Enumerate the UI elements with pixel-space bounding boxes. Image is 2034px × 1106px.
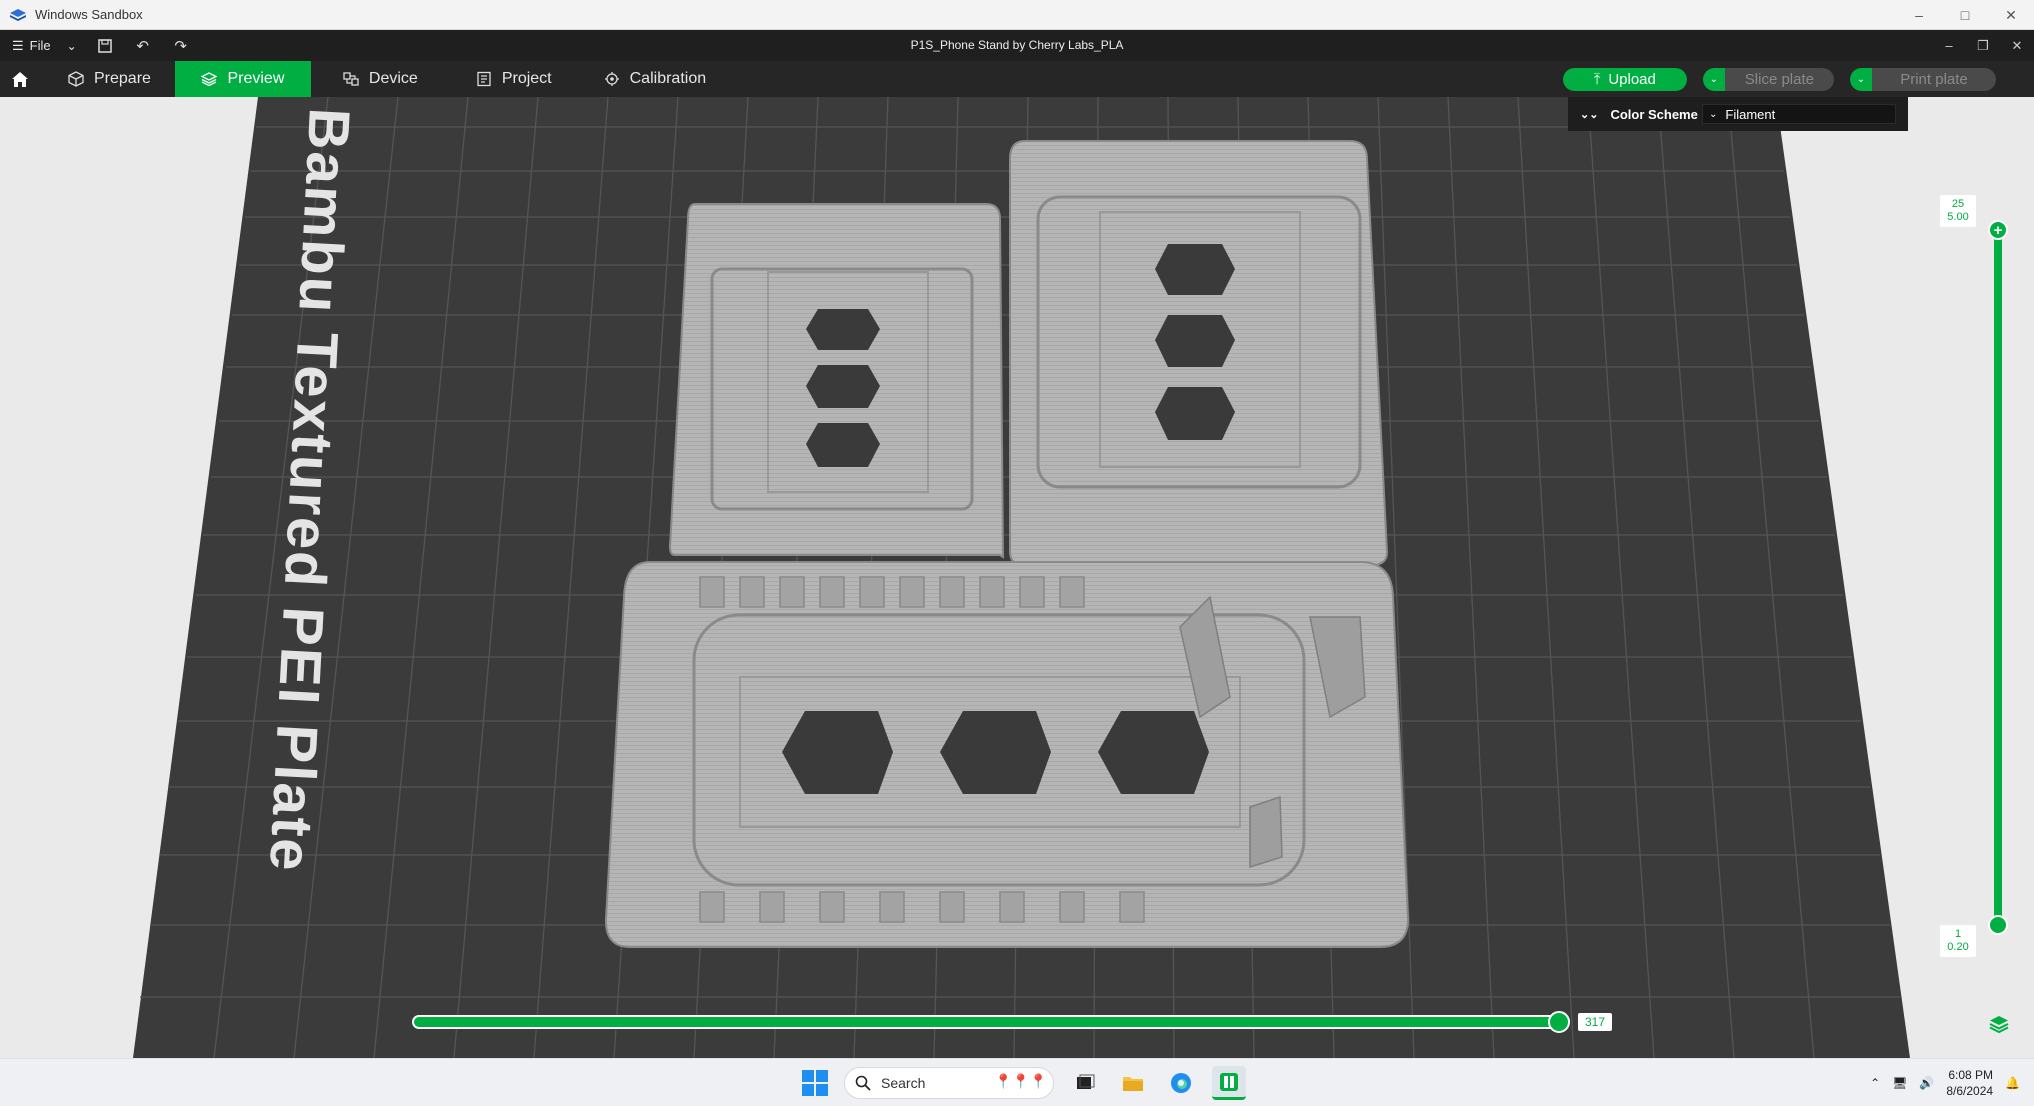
- slice-dropdown-button[interactable]: ⌄: [1702, 68, 1725, 91]
- app-close-button[interactable]: ✕: [2000, 30, 2034, 61]
- file-explorer-icon[interactable]: [1116, 1066, 1150, 1100]
- slice-plate-label: Slice plate: [1744, 71, 1814, 88]
- hex-cutout: [1098, 711, 1209, 794]
- upload-label: Upload: [1608, 71, 1656, 88]
- hex-cutout: [1155, 387, 1235, 440]
- app-restore-button[interactable]: ❐: [1966, 30, 2000, 61]
- slice-plate-button[interactable]: Slice plate: [1724, 68, 1834, 91]
- sandbox-minimize-button[interactable]: –: [1896, 0, 1942, 30]
- move-slider-value: 317: [1578, 1013, 1612, 1031]
- layer-bottom-height: 0.20: [1947, 941, 1969, 953]
- chevron-down-icon[interactable]: ⌄: [67, 39, 77, 53]
- tab-prepare[interactable]: Prepare: [40, 61, 175, 97]
- move-slider-handle[interactable]: [1548, 1011, 1570, 1033]
- save-icon[interactable]: [95, 36, 115, 56]
- chevron-up-icon[interactable]: ⌃: [1870, 1076, 1880, 1090]
- home-icon: [12, 72, 28, 87]
- collapse-chevron-icon[interactable]: ⌄⌄: [1580, 108, 1598, 121]
- hex-cutout: [806, 423, 880, 467]
- app-minimize-button[interactable]: –: [1932, 30, 1966, 61]
- tab-preview[interactable]: Preview: [174, 61, 311, 97]
- notification-bell-icon[interactable]: 🔔: [2005, 1076, 2020, 1090]
- model-part-bottom[interactable]: [604, 561, 1410, 948]
- layers-toggle-icon[interactable]: [1988, 1013, 2010, 1035]
- clock-time: 6:08 PM: [1948, 1068, 1994, 1082]
- tab-preview-label: Preview: [227, 70, 285, 87]
- model-part-right[interactable]: [1009, 140, 1389, 566]
- clock[interactable]: 6:08 PM 8/6/2024: [1946, 1067, 1993, 1099]
- file-menu-label: File: [29, 38, 51, 53]
- layer-top-height: 5.00: [1947, 211, 1969, 223]
- print-dropdown-button[interactable]: ⌄: [1850, 68, 1872, 91]
- task-view-icon[interactable]: [1068, 1066, 1102, 1100]
- taskbar-search[interactable]: Search 📍📍📍: [844, 1067, 1054, 1099]
- hex-cutout: [1155, 315, 1235, 367]
- layer-bottom-index: 1: [1954, 928, 1962, 940]
- sandbox-close-button[interactable]: ✕: [1988, 0, 2034, 30]
- print-plate-label: Print plate: [1900, 71, 1968, 88]
- layer-top-handle[interactable]: +: [1988, 220, 2008, 240]
- tab-calibration-label: Calibration: [629, 70, 707, 87]
- upload-button[interactable]: ⤒ Upload: [1562, 68, 1687, 91]
- document-title: P1S_Phone Stand by Cherry Labs_PLA: [910, 38, 1124, 52]
- tab-project[interactable]: Project: [442, 61, 576, 97]
- clock-date: 8/6/2024: [1946, 1084, 1994, 1098]
- tab-device-label: Device: [368, 70, 418, 87]
- hex-cutout: [782, 711, 893, 794]
- undo-icon[interactable]: ↶: [133, 36, 153, 56]
- color-scheme-value: Filament: [1725, 106, 1776, 122]
- upload-icon: ⤒: [1593, 71, 1601, 88]
- calibration-icon: [604, 72, 619, 86]
- chevron-down-icon: ⌄: [1709, 108, 1718, 120]
- project-icon: [477, 71, 491, 87]
- layer-bottom-label: 1 0.20: [1940, 925, 1976, 957]
- sandbox-maximize-button[interactable]: □: [1942, 0, 1988, 30]
- color-scheme-label: Color Scheme: [1610, 106, 1698, 122]
- tab-calibration[interactable]: Calibration: [576, 61, 730, 97]
- home-button[interactable]: [0, 61, 40, 97]
- redo-icon[interactable]: ↷: [171, 36, 191, 56]
- edge-browser-icon[interactable]: [1164, 1066, 1198, 1100]
- layers-icon: [201, 72, 218, 87]
- sandbox-logo-icon: [10, 8, 26, 21]
- sandbox-title: Windows Sandbox: [35, 7, 143, 22]
- layer-top-index: 25: [1951, 198, 1965, 210]
- search-icon: [855, 1075, 871, 1091]
- preview-viewport[interactable]: Bambu Textured PEI Plate ⌄⌄ Color Scheme…: [0, 97, 2034, 1058]
- network-icon[interactable]: 🖥: [1892, 1076, 1907, 1090]
- color-scheme-select[interactable]: ⌄ Filament: [1702, 104, 1896, 124]
- tab-device[interactable]: Device: [311, 61, 442, 97]
- layer-bottom-handle[interactable]: [1988, 915, 2008, 935]
- main-nav-bar: Prepare Preview Device Project Calibrati…: [0, 61, 2034, 97]
- build-plate-canvas[interactable]: Bambu Textured PEI Plate: [0, 97, 2034, 1058]
- windows-taskbar: Search 📍📍📍 ⌃ 🖥 🔊 6:08 PM 8/6/2024 🔔: [0, 1058, 2034, 1106]
- hex-cutout: [940, 711, 1051, 794]
- tab-prepare-label: Prepare: [94, 70, 151, 87]
- hex-cutout: [1155, 244, 1235, 295]
- volume-icon[interactable]: 🔊: [1919, 1076, 1934, 1090]
- layer-top-label: 25 5.00: [1940, 195, 1976, 227]
- hamburger-icon: ☰: [12, 37, 24, 53]
- device-icon: [343, 72, 359, 86]
- search-placeholder: Search: [881, 1075, 926, 1091]
- move-slider[interactable]: [412, 1015, 1562, 1029]
- hex-cutout: [806, 365, 880, 408]
- file-menu-button[interactable]: ☰ File: [12, 38, 51, 54]
- app-title-bar: ☰ File ⌄ ↶ ↷ P1S_Phone Stand by Cherry L…: [0, 30, 2034, 61]
- layer-range-slider[interactable]: [1994, 227, 2002, 923]
- start-button[interactable]: [800, 1068, 830, 1098]
- tab-project-label: Project: [501, 70, 552, 87]
- cube-icon: [68, 71, 84, 87]
- color-scheme-panel: ⌄⌄ Color Scheme ⌄ Filament: [1568, 97, 1908, 131]
- search-highlight-icon: 📍📍📍: [994, 1073, 1047, 1089]
- hex-cutout: [806, 309, 880, 350]
- model-part-left[interactable]: [668, 203, 1005, 559]
- print-plate-button[interactable]: Print plate: [1872, 68, 1996, 91]
- sandbox-title-bar: Windows Sandbox – □ ✕: [0, 0, 2034, 30]
- bambu-studio-taskbar-icon[interactable]: [1212, 1066, 1246, 1100]
